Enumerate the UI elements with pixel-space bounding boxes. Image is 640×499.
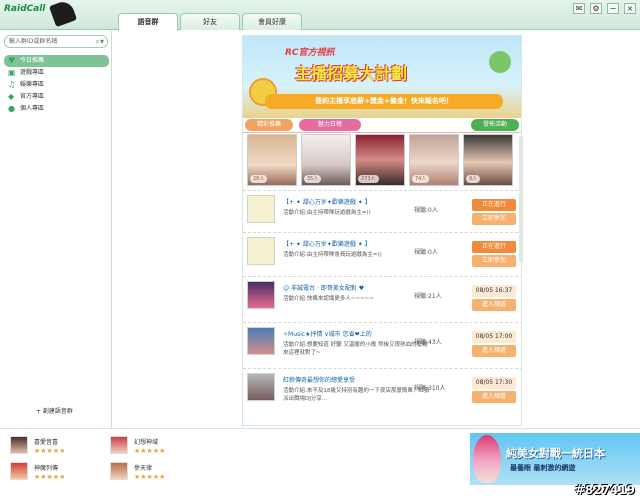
- event-description: 活動介紹:由主持帶隊會員玩遊戲為主=)): [283, 252, 382, 258]
- blank-panel: [113, 31, 240, 428]
- game-avatar: [110, 462, 128, 480]
- event-status: 正在進行: [472, 241, 516, 253]
- charm-tab[interactable]: 魅力日榜: [299, 119, 361, 131]
- game-item[interactable]: 喜愛音喜 ★★★★★: [10, 436, 84, 460]
- game-avatar: [110, 436, 128, 454]
- event-time: 08/05 17:30: [472, 377, 516, 389]
- event-title[interactable]: ✧Music★抒情 ∨城市 您省❤上的: [283, 329, 372, 338]
- banner-title: RC官方視訊: [285, 48, 335, 58]
- viewer-count: 視聽:21人: [414, 293, 442, 300]
- event-title[interactable]: 【+ ✦ 甜心万岁✦歡樂遊戲 ✦ 】: [283, 197, 371, 206]
- rating-stars: ★★★★★: [34, 447, 66, 455]
- sidebar-item-entertainment[interactable]: ♫ 娛樂專區: [4, 79, 109, 91]
- recommendation-panel: RC官方視訊 主播招募大計劃 簽約主播享底薪+獎金+傭金！快來報名吧！ 精彩推薦…: [242, 35, 522, 426]
- event-item[interactable]: ☺ 非誠電台 · 即哥美女配對 ♥ 活動介紹:快瘋來認識更多人~~~~~ 視聽:…: [243, 276, 521, 322]
- viewer-count: 視聽:0人: [414, 249, 438, 256]
- mail-icon[interactable]: ✉: [573, 3, 585, 14]
- game-avatar: [10, 436, 28, 454]
- event-status: 正在進行: [472, 199, 516, 211]
- game-avatar: [10, 462, 28, 480]
- watermark: #827419: [574, 483, 635, 497]
- ad-character: [473, 435, 501, 483]
- leaf-icon: [489, 51, 511, 73]
- ad-title: 純美女對戰一統日本: [506, 447, 605, 460]
- official-banner[interactable]: RC官方視訊 主播招募大計劃 簽約主播享底薪+獎金+傭金！快來報名吧！: [243, 36, 521, 118]
- event-item[interactable]: ✧Music★抒情 ∨城市 您省❤上的 活動介紹:想要知道 好聽 又溫暖的小歌 …: [243, 322, 521, 368]
- event-thumbnail: [247, 237, 275, 265]
- event-description: 活動介紹:由主持帶隊玩遊戲為主=)): [283, 210, 371, 216]
- event-title[interactable]: 紅狼傳奇最想你的總愛享受: [283, 375, 355, 384]
- event-item[interactable]: 【+ ✦ 甜心万岁✦歡樂遊戲 ✦ 】 活動介紹:由主持帶隊玩遊戲為主=)) 視聽…: [243, 190, 521, 232]
- streamer-card[interactable]: 273人: [355, 134, 405, 186]
- viewer-count: 視聽:43人: [414, 339, 442, 346]
- event-title[interactable]: 【+ ✦ 甜心万岁✦歡樂遊戲 ✦ 】: [283, 239, 371, 248]
- rating-stars: ★★★★★: [34, 473, 66, 481]
- event-thumbnail: [247, 281, 275, 309]
- user-icon: ●: [8, 104, 15, 113]
- event-item[interactable]: 紅狼傳奇最想你的總愛享受 活動介紹:來不及18歲又特別有趣的一下夜店那麼簡單！紅…: [243, 368, 521, 414]
- viewer-count: 視聽:0人: [414, 207, 438, 214]
- sidebar-item-personal[interactable]: ● 個人專區: [4, 103, 109, 115]
- event-title[interactable]: ☺ 非誠電台 · 即哥美女配對 ♥: [283, 283, 364, 292]
- title-bar: RaidCall 語音群 好友 會員好康 ✉ ⚙ − ×: [0, 0, 640, 31]
- event-time: 08/05 16:37: [472, 285, 516, 297]
- event-thumbnail: [247, 327, 275, 355]
- game-icon: ▣: [8, 68, 16, 77]
- sidebar: 輸入群ID或群名稱 ⌕▾ ♥ 今日推薦 ▣ 遊戲專區 ♫ 娛樂專區 ◆ 官方專區 ● 個人…: [0, 31, 112, 428]
- streamer-grid: 28人 35人 273人 74人 9人: [247, 134, 513, 186]
- enter-channel-button[interactable]: 進入頻道: [472, 299, 516, 311]
- rating-stars: ★★★★★: [134, 447, 166, 455]
- event-description: 活動介紹:快瘋來認識更多人~~~~~: [283, 296, 374, 302]
- app-icon: [48, 0, 78, 28]
- create-channel-button[interactable]: + 創建語音群: [36, 406, 73, 415]
- search-input[interactable]: 輸入群ID或群名稱 ⌕▾: [4, 35, 108, 48]
- event-thumbnail: [247, 373, 275, 401]
- minimize-icon[interactable]: −: [607, 3, 619, 14]
- ad-subtitle: 最養眼 最刺激的網遊: [510, 464, 576, 472]
- event-thumbnail: [247, 195, 275, 223]
- banner-subtitle: 簽約主播享底薪+獎金+傭金！快來報名吧！: [265, 94, 503, 109]
- tab-member-benefits[interactable]: 會員好康: [242, 13, 302, 30]
- game-item[interactable]: 幻想神域 ★★★★★: [110, 436, 184, 460]
- settings-icon[interactable]: ⚙: [590, 3, 602, 14]
- close-icon[interactable]: ×: [624, 3, 636, 14]
- featured-tab[interactable]: 精彩推薦: [245, 119, 293, 131]
- event-description: 活動介紹:想要知道 好聽 又溫暖的小歌 然後又很熱血的廢雞 來這裡就對了~: [283, 342, 428, 356]
- enter-channel-button[interactable]: 進入頻道: [472, 391, 516, 403]
- event-item[interactable]: 【+ ✦ 甜心万岁✦歡樂遊戲 ✦ 】 活動介紹:由主持帶隊會員玩遊戲為主=)) …: [243, 232, 521, 276]
- post-event-button[interactable]: 發佈活動: [471, 119, 519, 131]
- streamer-card[interactable]: 74人: [409, 134, 459, 186]
- window-buttons: ✉ ⚙ − ×: [573, 3, 636, 14]
- tab-voice-groups[interactable]: 語音群: [118, 13, 178, 31]
- music-icon: ♫: [8, 80, 16, 89]
- heart-icon: ♥: [8, 56, 16, 65]
- viewer-count: 視聽:310人: [414, 385, 446, 392]
- join-button[interactable]: 立即參加: [472, 255, 516, 267]
- rating-stars: ★★★★★: [134, 473, 166, 481]
- sidebar-item-official[interactable]: ◆ 官方專區: [4, 91, 109, 103]
- filter-bar: 精彩推薦 魅力日榜 發佈活動: [243, 118, 521, 133]
- tab-friends[interactable]: 好友: [180, 13, 240, 30]
- game-item[interactable]: 神魔列傳 ★★★★★: [10, 462, 84, 486]
- raidcall-logo: RaidCall: [4, 4, 46, 14]
- sidebar-item-games[interactable]: ▣ 遊戲專區: [4, 67, 109, 79]
- main-tabs: 語音群 好友 會員好康: [118, 13, 302, 31]
- event-time: 08/05 17:00: [472, 331, 516, 343]
- game-item[interactable]: 參天律 ★★★★★: [110, 462, 184, 486]
- sidebar-item-today[interactable]: ♥ 今日推薦: [4, 55, 109, 67]
- vertical-scrollbar[interactable]: [519, 136, 523, 263]
- join-button[interactable]: 立即參加: [472, 213, 516, 225]
- enter-channel-button[interactable]: 進入頻道: [472, 345, 516, 357]
- event-description: 活動介紹:來不及18歲又特別有趣的一下夜店那麼簡單！紅狼派出職場DJ分享...: [283, 388, 430, 402]
- ad-banner[interactable]: 純美女對戰一統日本 最養眼 最刺激的網遊: [470, 433, 640, 485]
- streamer-card[interactable]: 35人: [301, 134, 351, 186]
- streamer-card[interactable]: 9人: [463, 134, 513, 186]
- search-icon[interactable]: ⌕▾: [96, 36, 105, 47]
- banner-main: 主播招募大計劃: [295, 64, 408, 83]
- official-icon: ◆: [8, 92, 15, 101]
- streamer-card[interactable]: 28人: [247, 134, 297, 186]
